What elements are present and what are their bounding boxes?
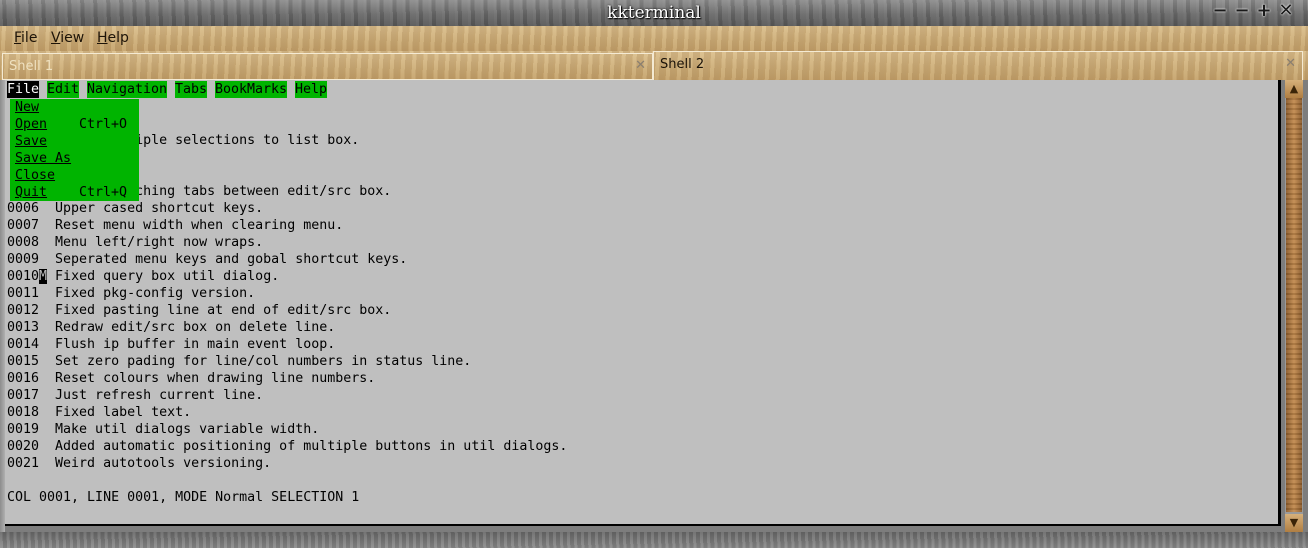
dropdown-item-label: Save — [15, 134, 48, 149]
menu-help-hotkey: H — [97, 30, 108, 46]
window-frame-bottom — [0, 532, 1308, 548]
text-line: 0013 Redraw edit/src box on delete line. — [7, 320, 336, 335]
menu-file[interactable]: File — [14, 30, 37, 46]
terminal-menu-bar: File Edit Navigation Tabs BookMarks Help — [7, 81, 328, 99]
minimize-button[interactable]: − — [1232, 2, 1252, 20]
dropdown-item-save-as[interactable]: Save As — [15, 150, 71, 167]
dropdown-item-label: Close — [15, 168, 56, 183]
shade-button[interactable]: − — [1210, 2, 1230, 20]
menu-view-hotkey: V — [51, 30, 61, 46]
dropdown-item-shortcut: Ctrl+O — [79, 117, 128, 132]
text-line: 0015 Set zero pading for line/col number… — [7, 354, 472, 369]
text-line: 0011 Fixed pkg-config version. — [7, 286, 256, 301]
tab-close-icon[interactable]: ✕ — [635, 58, 646, 73]
terminal-screen[interactable]: iple selections to list box. ching tabs … — [5, 80, 1278, 524]
terminal-menu-bookmarks[interactable]: BookMarks — [215, 81, 288, 98]
dropdown-item-label: Open — [15, 117, 48, 132]
tab-close-icon[interactable]: ✕ — [1285, 56, 1296, 71]
text-line: 0009 Seperated menu keys and gobal short… — [7, 252, 408, 267]
text-line: 0014 Flush ip buffer in main event loop. — [7, 337, 336, 352]
window-title: kkterminal — [607, 3, 701, 23]
terminal-menu-tabs[interactable]: Tabs — [175, 81, 208, 98]
file-dropdown-menu: New Open Ctrl+O Save Save As Close Quit Ct… — [10, 99, 139, 201]
terminal-menu-edit[interactable]: Edit — [47, 81, 80, 98]
menu-help[interactable]: Help — [97, 30, 129, 46]
dropdown-item-shortcut: Ctrl+Q — [79, 185, 128, 200]
scroll-down-arrow-icon[interactable]: ▼ — [1285, 514, 1303, 532]
menu-view-label: iew — [60, 30, 85, 46]
scroll-up-arrow-icon[interactable]: ▲ — [1285, 80, 1303, 98]
text-line: 0019 Make util dialogs variable width. — [7, 422, 320, 437]
terminal-menu-help[interactable]: Help — [295, 81, 328, 98]
terminal-view[interactable]: iple selections to list box. ching tabs … — [5, 80, 1281, 526]
vertical-scrollbar[interactable]: ▲ ▼ — [1285, 80, 1303, 532]
text-line: 0017 Just refresh current line. — [7, 388, 264, 403]
dropdown-item-close[interactable]: Close — [15, 167, 55, 184]
tab-bar: Shell 1 ✕ Shell 2 ✕ — [0, 51, 1308, 80]
line-text: Fixed query box util dialog. — [47, 269, 280, 284]
menu-bar: File View Help — [0, 26, 1308, 51]
dropdown-item-label: Save As — [15, 151, 72, 166]
menu-file-hotkey: F — [14, 30, 22, 46]
text-line: 0020 Added automatic positioning of mult… — [7, 439, 568, 454]
text-line: 0008 Menu left/right now wraps. — [7, 235, 264, 250]
scroll-thumb[interactable] — [1286, 98, 1302, 512]
dropdown-item-new[interactable]: New — [15, 99, 39, 116]
tab-shell-1[interactable]: Shell 1 ✕ — [2, 53, 653, 80]
dropdown-item-save[interactable]: Save — [15, 133, 47, 150]
line-number: 0010 — [7, 269, 40, 284]
terminal-menu-navigation[interactable]: Navigation — [87, 81, 168, 98]
cursor-line: 0010M Fixed query box util dialog. — [7, 268, 279, 285]
text-line: 0012 Fixed pasting line at end of edit/s… — [7, 303, 392, 318]
text-line: 0018 Fixed label text. — [7, 405, 192, 420]
tab-label: Shell 2 — [660, 57, 705, 72]
text-line: 0007 Reset menu width when clearing menu… — [7, 218, 344, 233]
dropdown-item-quit[interactable]: Quit Ctrl+Q — [15, 184, 127, 201]
close-button[interactable]: ✕ — [1276, 2, 1296, 20]
dropdown-item-label: New — [15, 100, 40, 115]
maximize-button[interactable]: + — [1254, 2, 1274, 20]
status-line: COL 0001, LINE 0001, MODE Normal SELECTI… — [7, 490, 360, 505]
text-cursor: M — [39, 269, 48, 284]
text-line: 0016 Reset colours when drawing line num… — [7, 371, 376, 386]
dropdown-item-label: Quit — [15, 185, 48, 200]
dropdown-item-open[interactable]: Open Ctrl+O — [15, 116, 127, 133]
menu-file-label: ile — [21, 30, 38, 46]
menu-view[interactable]: View — [51, 30, 84, 46]
title-bar: kkterminal − − + ✕ — [0, 0, 1308, 26]
text-line: 0021 Weird autotools versioning. — [7, 456, 272, 471]
tab-label: Shell 1 — [9, 59, 54, 74]
menu-help-label: elp — [107, 30, 129, 46]
tab-shell-2[interactable]: Shell 2 ✕ — [653, 51, 1303, 80]
terminal-menu-file[interactable]: File — [7, 81, 40, 98]
